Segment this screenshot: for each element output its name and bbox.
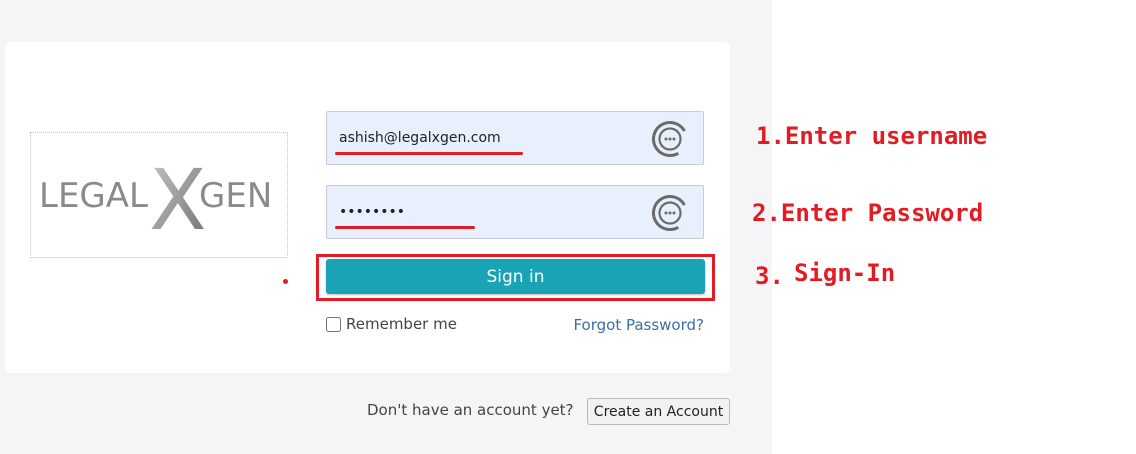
- logo-text-gen: GEN: [199, 176, 272, 216]
- password-field: [326, 185, 704, 239]
- annotation-dot: [283, 279, 288, 284]
- signin-button[interactable]: Sign in: [326, 259, 705, 294]
- create-account-button[interactable]: Create an Account: [587, 398, 730, 425]
- password-input[interactable]: [339, 186, 639, 238]
- remember-me[interactable]: Remember me: [326, 315, 457, 333]
- no-account-text: Don't have an account yet?: [367, 401, 574, 419]
- annotation-step3-number: 3.: [755, 262, 784, 290]
- company-logo: LEGAL X GEN: [30, 132, 288, 258]
- remember-me-checkbox[interactable]: [326, 316, 341, 332]
- annotation-step2: 2.Enter Password: [752, 199, 984, 227]
- remember-me-label: Remember me: [346, 315, 457, 333]
- username-field: [326, 111, 704, 165]
- password-manager-icon[interactable]: [651, 194, 689, 232]
- annotation-step3-label: Sign-In: [794, 259, 896, 287]
- logo-text-legal: LEGAL: [39, 176, 148, 216]
- forgot-password-link[interactable]: Forgot Password?: [573, 316, 704, 334]
- logo-text-x: X: [149, 151, 207, 249]
- username-underline-annotation: [335, 152, 523, 155]
- annotation-step1: 1.Enter username: [756, 122, 988, 150]
- password-underline-annotation: [335, 226, 475, 229]
- username-input[interactable]: [339, 112, 639, 164]
- password-manager-icon[interactable]: [651, 120, 689, 158]
